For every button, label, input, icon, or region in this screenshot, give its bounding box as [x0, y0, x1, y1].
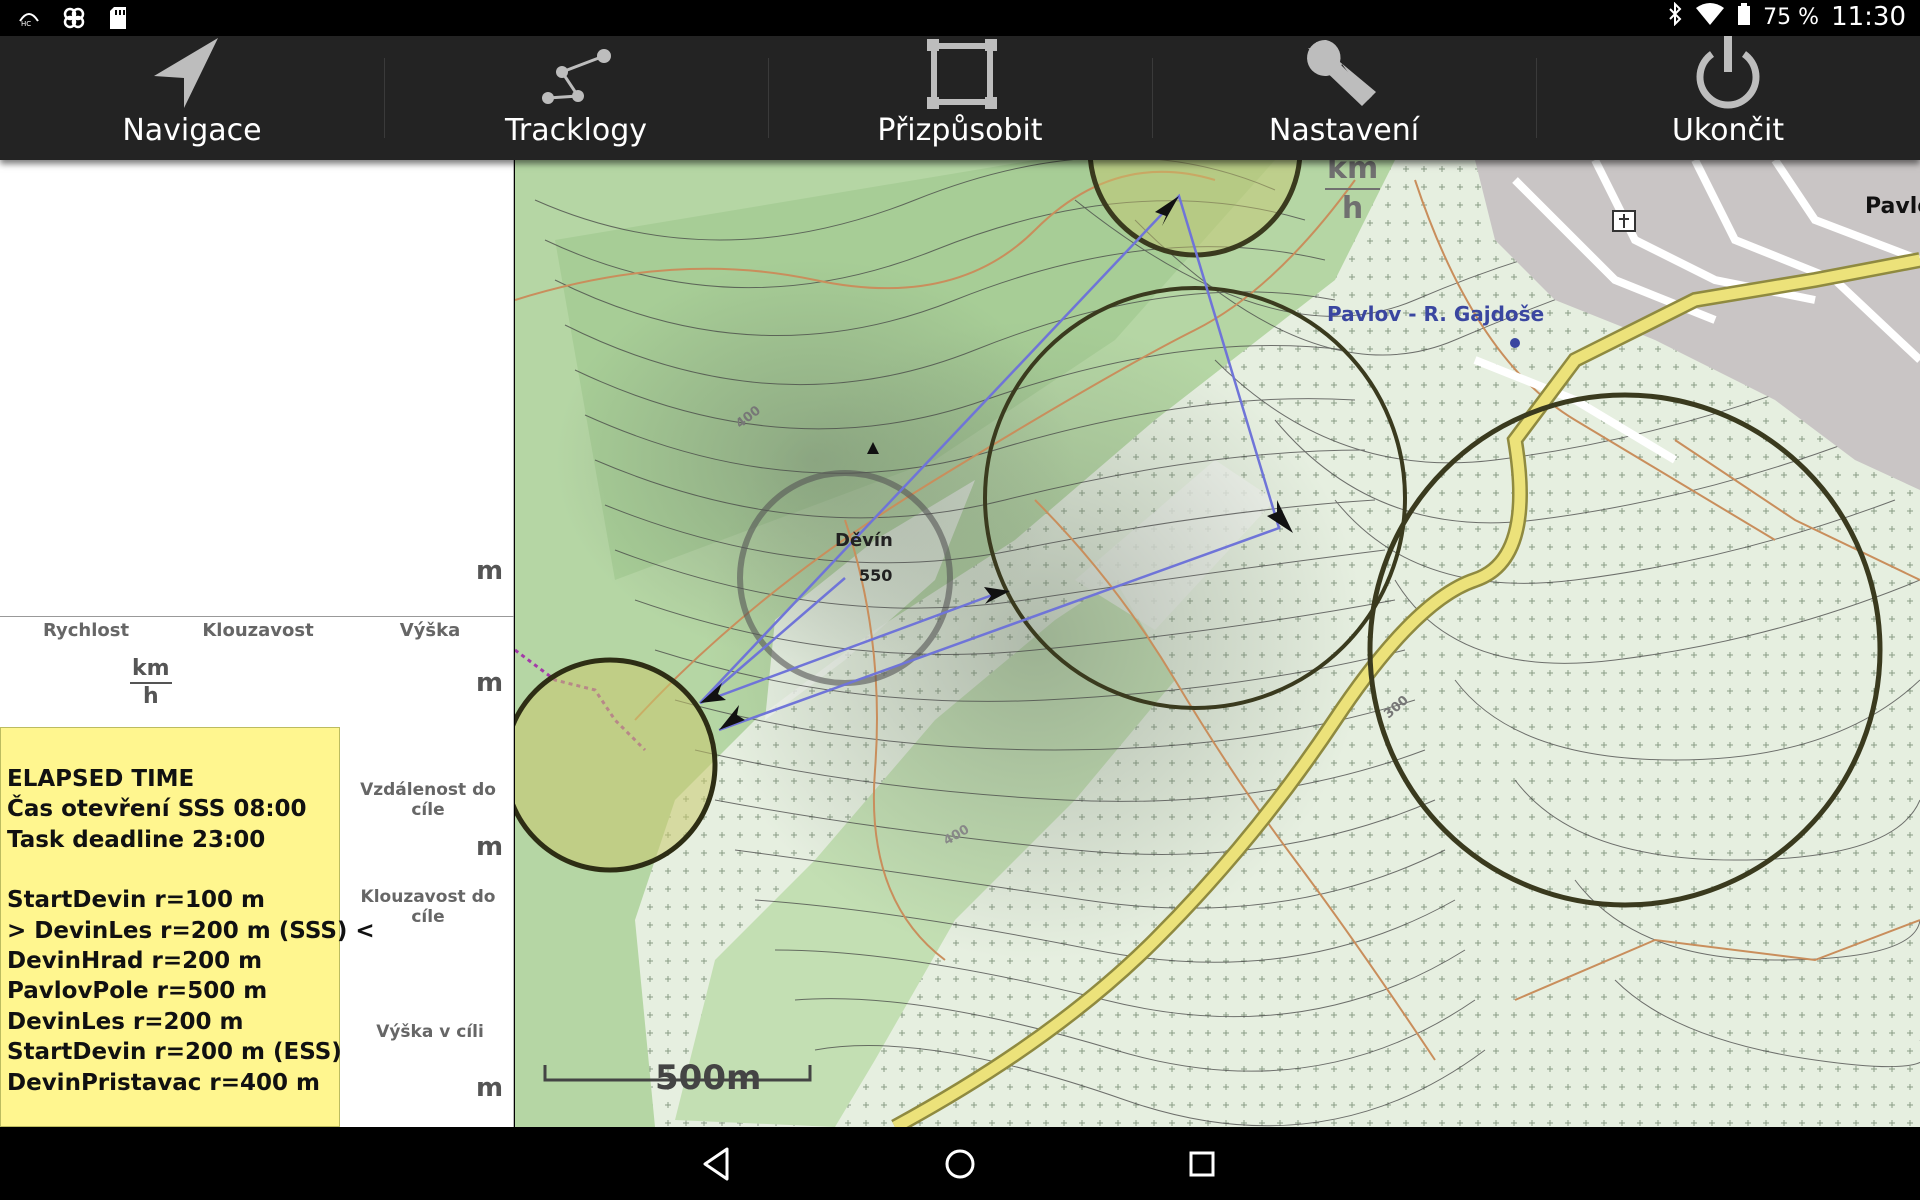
altitude-graph: m	[0, 160, 514, 617]
system-nav-bar	[0, 1127, 1920, 1200]
menu-label-fit: Přizpůsobit	[877, 113, 1043, 148]
back-icon[interactable]	[693, 1141, 739, 1187]
battery-icon	[1737, 2, 1751, 32]
altitude-at-goal-label: Výška v cíli	[376, 1022, 484, 1042]
svg-text:HC: HC	[21, 20, 31, 27]
menu-item-exit[interactable]: Ukončit	[1536, 36, 1920, 160]
overlay-speed-unit-num: km	[1325, 160, 1381, 190]
recents-icon[interactable]	[1179, 1141, 1225, 1187]
turnpoint-item: StartDevin r=200 m (ESS)	[7, 1039, 342, 1066]
distance-to-goal-label: Vzdálenost do cíle	[360, 780, 496, 820]
hd-icon: HC	[18, 9, 40, 31]
distance-to-goal-unit: m	[476, 832, 504, 862]
task-header-line: ELAPSED TIME	[7, 766, 195, 792]
altitude-label: Výška	[399, 620, 461, 641]
peak-name: Děvín	[835, 530, 893, 551]
navigation-arrow-icon	[154, 38, 218, 108]
glide-label: Klouzavost	[202, 620, 314, 641]
bluetooth-icon	[1667, 1, 1683, 32]
turnpoint-item: DevinHrad r=200 m	[7, 948, 263, 975]
sync-icon	[62, 6, 86, 34]
task-info-box[interactable]: ELAPSED TIME Čas otevření SSS 08:00 Task…	[0, 727, 375, 1127]
turnpoint-item: StartDevin r=100 m	[7, 887, 265, 914]
wifi-icon	[1695, 2, 1725, 32]
menu-label-tracklogs: Tracklogy	[505, 113, 647, 148]
map-canvas[interactable]	[515, 160, 1920, 1127]
home-icon[interactable]	[937, 1141, 983, 1187]
hillshade	[555, 260, 1075, 660]
task-header-line: Čas otevření SSS 08:00	[7, 796, 307, 823]
task-header-line: Task deadline 23:00	[7, 826, 266, 853]
peak-elevation: 550	[859, 566, 893, 585]
overlay-speed-unit: km h	[1325, 160, 1381, 228]
power-icon	[1696, 36, 1760, 109]
clock: 11:30	[1831, 2, 1906, 32]
menu-item-navigation[interactable]: Navigace	[0, 36, 384, 160]
menu-label-settings: Nastavení	[1268, 113, 1420, 148]
graph-unit: m	[476, 556, 504, 586]
menu-item-tracklogs[interactable]: Tracklogy	[384, 36, 768, 160]
overlay-speed-unit-den: h	[1341, 191, 1364, 226]
map-view[interactable]: Děvín 550 400 400 300 Pavlov - R. Gajdoš…	[515, 160, 1920, 1127]
cylinder-devinles[interactable]	[515, 657, 718, 873]
sd-card-icon	[108, 6, 128, 34]
turnpoint-item-active: > DevinLes r=200 m (SSS) <	[7, 917, 375, 944]
scale-label: 500m	[655, 1058, 762, 1098]
menu-label-exit: Ukončit	[1671, 113, 1785, 148]
turnpoint-item: DevinLes r=200 m	[7, 1008, 244, 1035]
fit-screen-icon	[927, 39, 997, 109]
altitude-at-goal-unit: m	[476, 1073, 504, 1103]
menu-item-settings[interactable]: Nastavení	[1152, 36, 1536, 160]
bus-stop-marker[interactable]	[1510, 338, 1520, 348]
speed-unit: km h	[130, 656, 172, 710]
top-menu: Navigace Tracklogy Přizpůsobit Nastavení…	[0, 36, 1920, 160]
menu-item-fit[interactable]: Přizpůsobit	[768, 36, 1152, 160]
altitude-unit: m	[476, 668, 504, 698]
turnpoint-item: PavlovPole r=500 m	[7, 978, 268, 1005]
wrench-icon	[1307, 39, 1376, 106]
speed-unit-den: h	[142, 684, 159, 709]
battery-percent: 75 %	[1763, 4, 1820, 30]
speed-unit-num: km	[130, 656, 172, 684]
menu-label-navigation: Navigace	[122, 113, 262, 148]
town-label: Pavlo	[1865, 194, 1920, 219]
flight-data-panel: m Rychlost Klouzavost Výška km h m Vzdál…	[0, 160, 514, 1127]
tracklog-icon	[542, 49, 611, 104]
speed-label: Rychlost	[42, 620, 130, 641]
turnpoint-item: DevinPristavac r=400 m	[7, 1069, 320, 1096]
bus-stop-label[interactable]: Pavlov - R. Gajdoše	[1327, 302, 1544, 326]
status-bar: HC 75 % 11:30	[0, 0, 1920, 36]
